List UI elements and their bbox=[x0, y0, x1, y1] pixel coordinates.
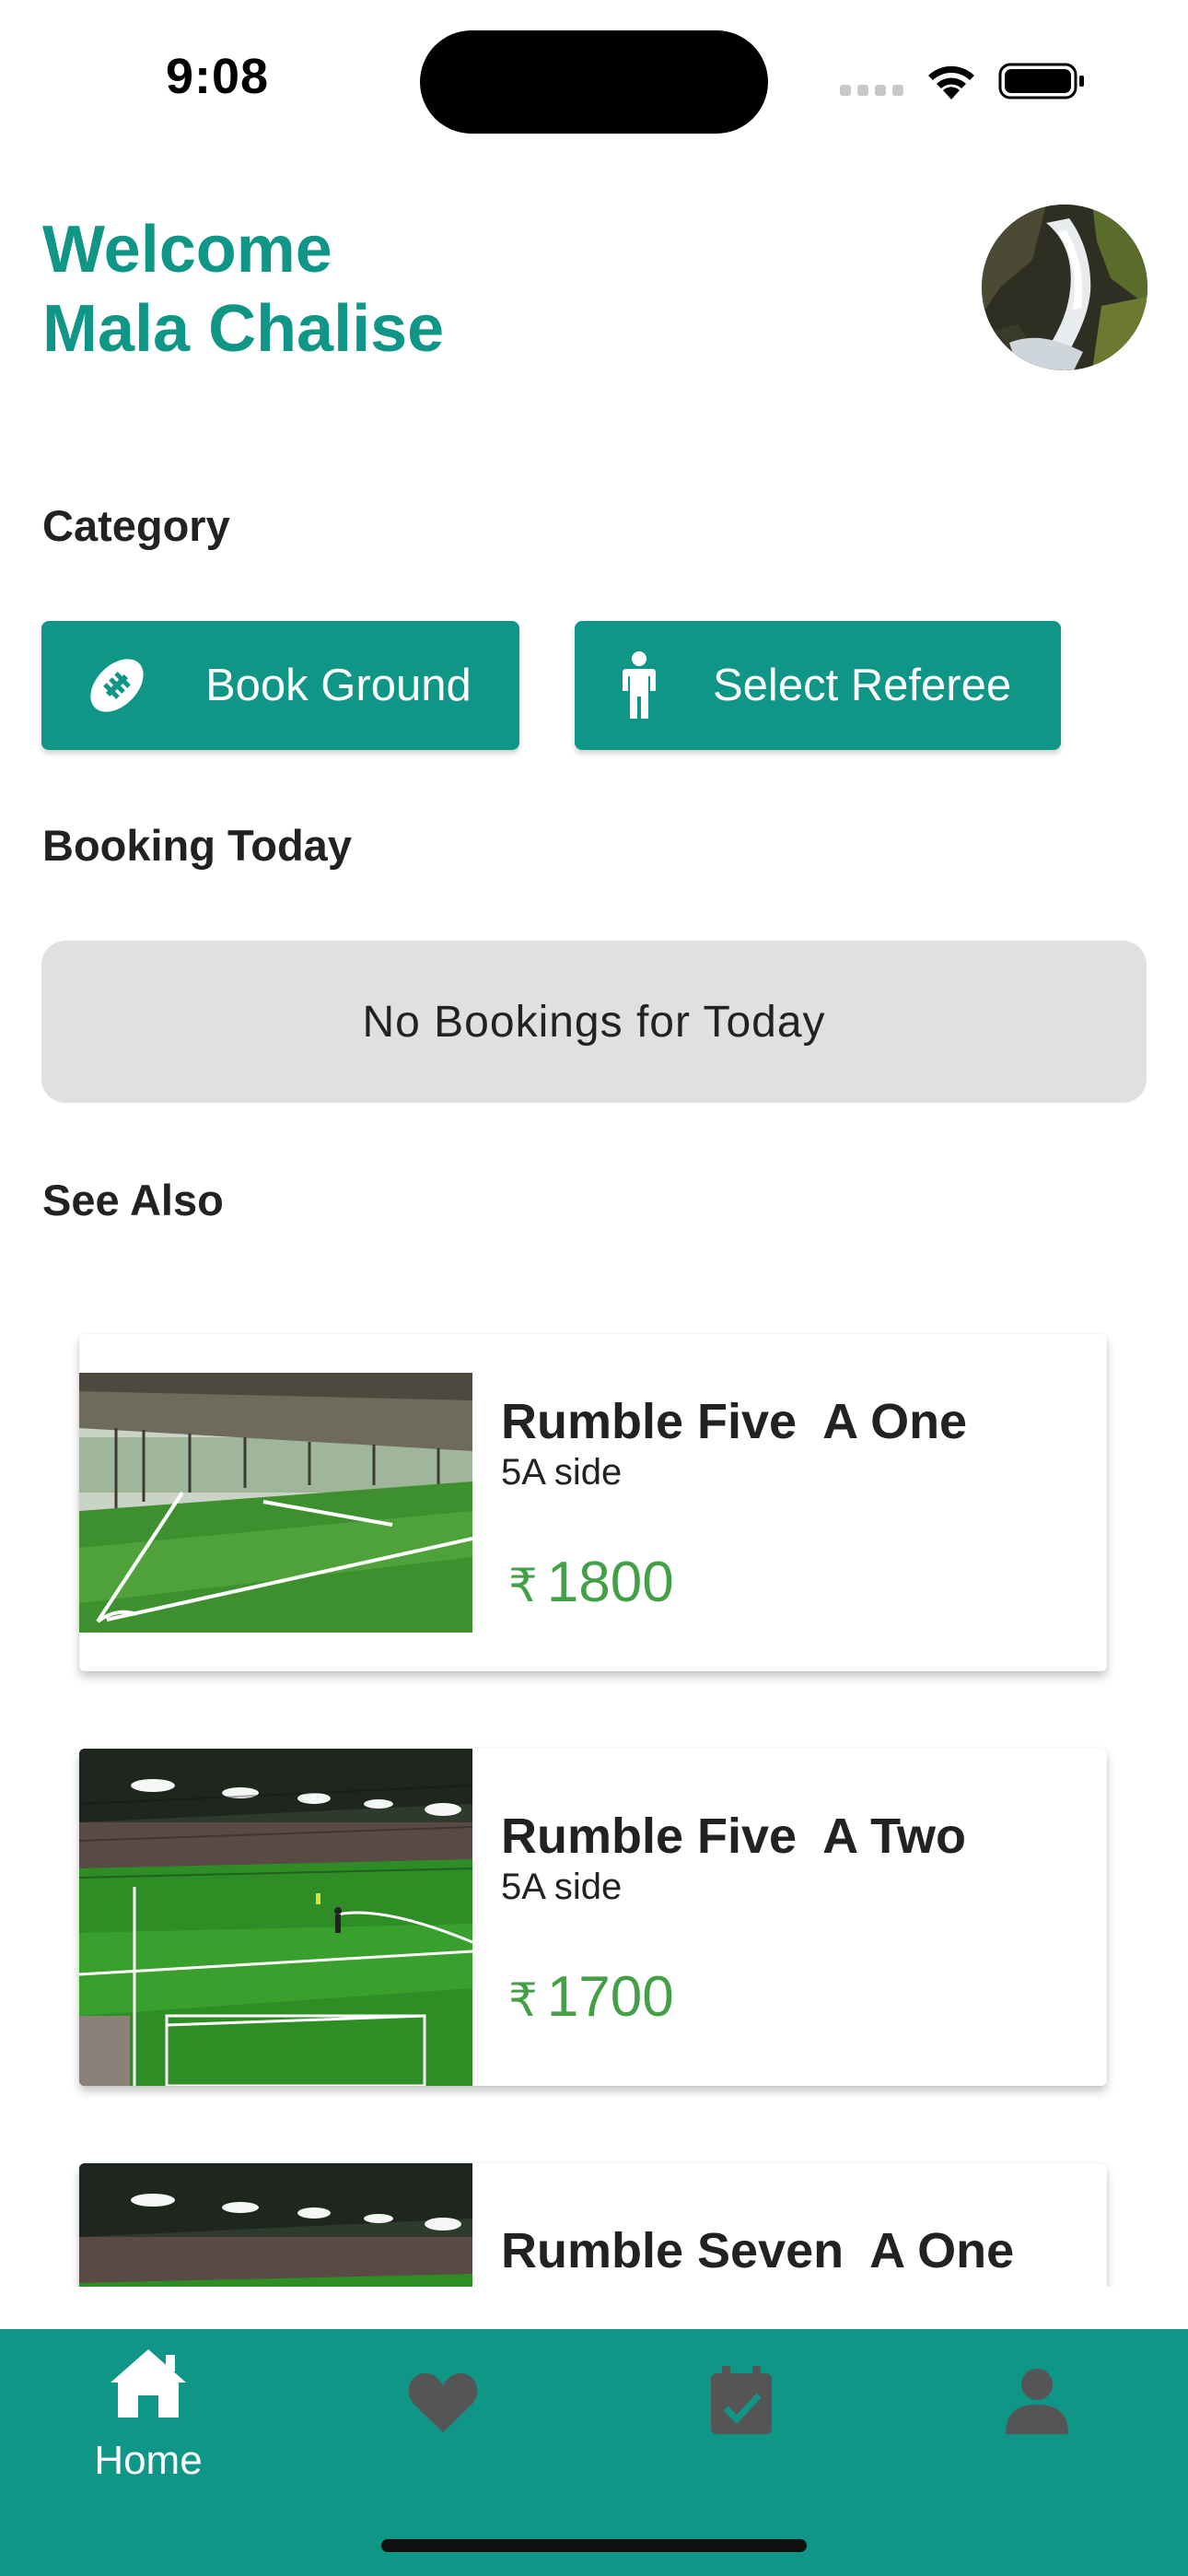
nav-item-profile[interactable] bbox=[890, 2329, 1186, 2523]
ground-photo bbox=[79, 1373, 472, 1633]
ground-type: 7A side bbox=[501, 2281, 622, 2287]
heart-icon bbox=[408, 2373, 478, 2432]
select-referee-button[interactable]: Select Referee bbox=[575, 621, 1061, 750]
user-name: Mala Chalise bbox=[42, 292, 445, 366]
nav-item-favorites[interactable] bbox=[297, 2329, 593, 2523]
ground-card[interactable]: Rumble Five A One 5A side ₹ 1800 bbox=[79, 1334, 1107, 1671]
home-indicator bbox=[381, 2539, 807, 2552]
ground-list[interactable]: Rumble Five A One 5A side ₹ 1800 Rumble … bbox=[0, 1290, 1188, 2287]
category-title: Category bbox=[42, 501, 230, 550]
book-ground-button[interactable]: Book Ground bbox=[41, 621, 519, 750]
ground-photo bbox=[79, 1749, 472, 2086]
rupee-icon: ₹ bbox=[508, 1560, 538, 1611]
nav-label-home: Home bbox=[94, 2438, 203, 2483]
home-screen: 9:08 Welcome Mala Chalise Category Book … bbox=[0, 0, 1188, 2576]
person-icon bbox=[623, 651, 656, 719]
cellular-signal-icon bbox=[840, 85, 903, 96]
ground-type: 5A side bbox=[501, 1867, 623, 1907]
football-icon bbox=[90, 659, 144, 712]
booking-today-title: Booking Today bbox=[42, 821, 352, 870]
ground-card[interactable]: Rumble Seven A One 7A side bbox=[79, 2163, 1107, 2287]
no-bookings-message: No Bookings for Today bbox=[41, 941, 1147, 1103]
see-also-title: See Also bbox=[42, 1176, 224, 1224]
calendar-icon bbox=[711, 2366, 772, 2434]
welcome-label: Welcome bbox=[42, 213, 332, 287]
ground-price-value: 1800 bbox=[546, 1551, 674, 1614]
book-ground-label: Book Ground bbox=[205, 661, 472, 710]
ground-price-value: 1700 bbox=[546, 1965, 674, 2029]
nav-item-home[interactable]: Home bbox=[0, 2329, 297, 2523]
ground-photo bbox=[79, 2163, 472, 2287]
nav-item-bookings[interactable] bbox=[593, 2329, 890, 2523]
select-referee-label: Select Referee bbox=[713, 661, 1012, 710]
ground-type: 5A side bbox=[501, 1452, 623, 1493]
rupee-icon: ₹ bbox=[508, 1974, 538, 2026]
avatar[interactable] bbox=[982, 205, 1147, 370]
welcome-heading: Welcome Mala Chalise bbox=[42, 210, 444, 369]
ground-name: Rumble Five A One bbox=[501, 1394, 968, 1449]
dynamic-island bbox=[420, 30, 768, 134]
ground-card[interactable]: Rumble Five A Two 5A side ₹ 1700 bbox=[79, 1749, 1107, 2086]
status-time: 9:08 bbox=[166, 49, 270, 104]
avatar-waterfall-image bbox=[982, 205, 1147, 370]
ground-name: Rumble Five A Two bbox=[501, 1809, 967, 1864]
wifi-icon bbox=[928, 65, 974, 100]
battery-icon bbox=[998, 63, 1084, 100]
home-icon bbox=[111, 2349, 186, 2418]
ground-price: ₹ 1700 bbox=[508, 1964, 674, 2030]
ground-price: ₹ 1800 bbox=[508, 1550, 674, 1615]
profile-icon bbox=[1006, 2369, 1068, 2434]
ground-name: Rumble Seven A One bbox=[501, 2223, 1015, 2278]
